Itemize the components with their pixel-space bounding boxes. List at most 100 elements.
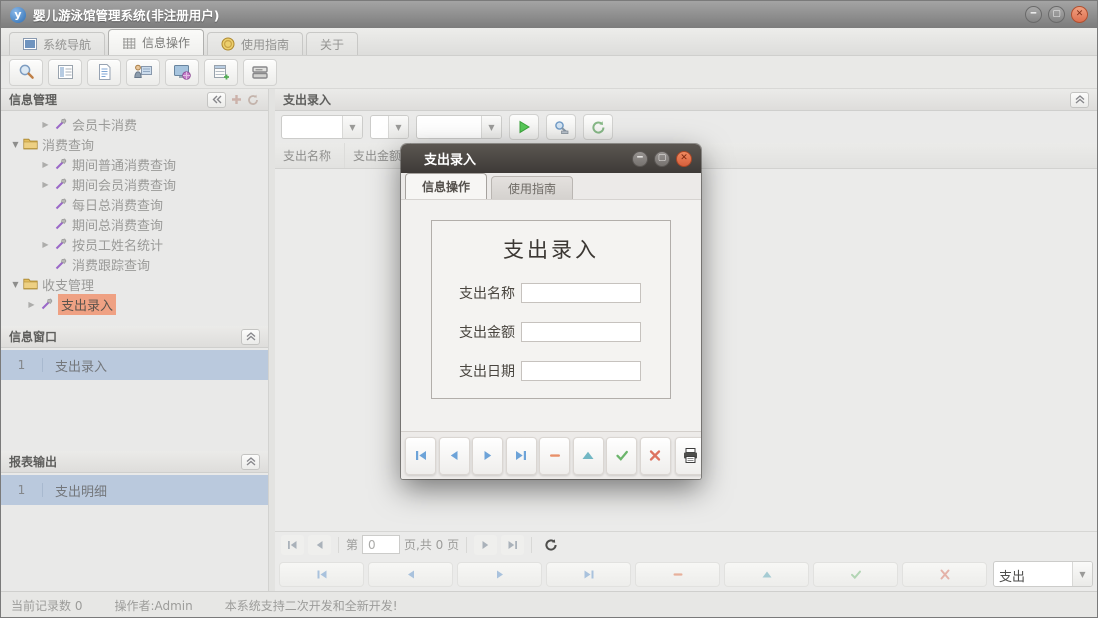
monitor-globe-button[interactable]	[165, 59, 199, 86]
collapse-arrow-icon[interactable]: ▼	[9, 280, 22, 289]
first-icon	[316, 569, 328, 580]
document-button[interactable]	[87, 59, 121, 86]
print-button[interactable]	[675, 437, 701, 475]
table-add-button[interactable]	[204, 59, 238, 86]
print-icon	[682, 447, 700, 464]
delete-record-button[interactable]	[539, 437, 570, 475]
last-record-button[interactable]	[506, 437, 537, 475]
list-item[interactable]: 1 支出明细	[1, 475, 268, 505]
filter-combo-3[interactable]: ▼	[416, 115, 502, 139]
action-combo[interactable]: 支出 ▼	[993, 561, 1093, 587]
form-row: 支出金额	[459, 322, 670, 342]
column-header[interactable]: 支出名称	[275, 143, 345, 168]
tree-item-label: 收支管理	[42, 275, 94, 294]
filter-combo-2[interactable]: ▼	[370, 115, 409, 139]
query-designer-button[interactable]	[546, 114, 576, 140]
search-button[interactable]	[9, 59, 43, 86]
app-logo-icon: y	[10, 7, 26, 23]
blue-square-icon	[23, 38, 37, 50]
tab-about[interactable]: 关于	[306, 32, 358, 55]
list-item[interactable]: 1 支出录入	[1, 350, 268, 380]
refresh-query-button[interactable]	[583, 114, 613, 140]
list-item-label: 支出明细	[43, 481, 107, 500]
tab-user-guide[interactable]: 使用指南	[207, 32, 303, 55]
chevron-down-icon[interactable]: ▼	[1072, 562, 1092, 586]
chevron-down-icon[interactable]: ▼	[388, 116, 408, 138]
post-icon	[615, 449, 629, 462]
prev-page-button[interactable]	[308, 535, 331, 555]
expense-amount-input[interactable]	[521, 322, 641, 342]
chevron-down-icon[interactable]: ▼	[481, 116, 501, 138]
first-record-button[interactable]	[405, 437, 436, 475]
dialog-tab-user-guide[interactable]: 使用指南	[491, 176, 573, 199]
last-record-button[interactable]	[546, 562, 631, 587]
tree-item[interactable]: ▶ 期间会员消费查询	[1, 174, 268, 194]
expand-arrow-icon[interactable]: ▶	[25, 300, 38, 309]
expand-arrow-icon[interactable]: ▶	[39, 240, 52, 249]
tab-system-nav[interactable]: 系统导航	[9, 32, 105, 55]
first-record-button[interactable]	[279, 562, 364, 587]
post-record-button[interactable]	[813, 562, 898, 587]
chevron-down-icon[interactable]: ▼	[342, 116, 362, 138]
tab-info-operation[interactable]: 信息操作	[108, 29, 204, 55]
run-query-button[interactable]	[509, 114, 539, 140]
expense-date-input[interactable]	[521, 361, 641, 381]
expand-arrow-icon[interactable]: ▶	[39, 120, 52, 129]
plus-icon[interactable]	[229, 93, 243, 107]
tree-item[interactable]: 每日总消费查询	[1, 194, 268, 214]
first-page-button[interactable]	[281, 535, 304, 555]
report-output-title: 报表输出	[9, 453, 57, 470]
minimize-icon[interactable]: ━	[632, 151, 648, 167]
maximize-icon[interactable]: ▢	[1048, 6, 1065, 23]
tree-item-selected[interactable]: ▶ 支出录入	[1, 294, 268, 314]
expense-name-input[interactable]	[521, 283, 641, 303]
refresh-icon[interactable]	[246, 93, 260, 107]
edit-record-button[interactable]	[573, 437, 604, 475]
dialog-title-bar[interactable]: 支出录入 ━ ▢ ✕	[401, 144, 701, 173]
tree-item[interactable]: ▶ 按员工姓名统计	[1, 234, 268, 254]
tree-item[interactable]: ▶ 会员卡消费	[1, 114, 268, 134]
dialog-tab-info-operation[interactable]: 信息操作	[405, 173, 487, 199]
wand-icon	[52, 198, 69, 211]
next-record-button[interactable]	[472, 437, 503, 475]
expand-arrow-icon[interactable]: ▶	[39, 180, 52, 189]
edit-record-button[interactable]	[724, 562, 809, 587]
info-windows-header: 信息窗口	[1, 326, 268, 348]
refresh-grid-button[interactable]	[539, 535, 562, 555]
post-record-button[interactable]	[606, 437, 637, 475]
maximize-icon[interactable]: ▢	[654, 151, 670, 167]
collapse-up-icon[interactable]	[241, 454, 260, 470]
minimize-icon[interactable]: ━	[1025, 6, 1042, 23]
person-chart-button[interactable]	[126, 59, 160, 86]
tree-item[interactable]: ▼ 收支管理	[1, 274, 268, 294]
prior-record-button[interactable]	[439, 437, 470, 475]
cancel-icon	[648, 449, 662, 462]
tree-item[interactable]: 期间总消费查询	[1, 214, 268, 234]
collapse-arrow-icon[interactable]: ▼	[9, 140, 22, 149]
pager-bar: 第 页,共 0 页	[275, 531, 1097, 557]
collapse-up-icon[interactable]	[1070, 92, 1089, 108]
tree-item[interactable]: 消费跟踪查询	[1, 254, 268, 274]
cancel-record-button[interactable]	[640, 437, 671, 475]
last-page-button[interactable]	[501, 535, 524, 555]
next-record-button[interactable]	[457, 562, 542, 587]
title-bar: y 婴儿游泳馆管理系统(非注册用户) ━ ▢ ✕	[1, 1, 1097, 28]
last-icon	[514, 449, 528, 462]
next-page-button[interactable]	[474, 535, 497, 555]
wand-icon	[52, 258, 69, 271]
prior-record-button[interactable]	[368, 562, 453, 587]
collapse-up-icon[interactable]	[241, 329, 260, 345]
cancel-record-button[interactable]	[902, 562, 987, 587]
info-management-title: 信息管理	[9, 91, 57, 108]
filter-combo-1[interactable]: ▼	[281, 115, 363, 139]
delete-record-button[interactable]	[635, 562, 720, 587]
page-number-input[interactable]	[362, 535, 400, 554]
form-button[interactable]	[48, 59, 82, 86]
tree-item[interactable]: ▼ 消费查询	[1, 134, 268, 154]
tree-item[interactable]: ▶ 期间普通消费查询	[1, 154, 268, 174]
expand-arrow-icon[interactable]: ▶	[39, 160, 52, 169]
collapse-left-icon[interactable]	[207, 92, 226, 108]
printer-button[interactable]	[243, 59, 277, 86]
close-icon[interactable]: ✕	[1071, 6, 1088, 23]
close-icon[interactable]: ✕	[676, 151, 692, 167]
